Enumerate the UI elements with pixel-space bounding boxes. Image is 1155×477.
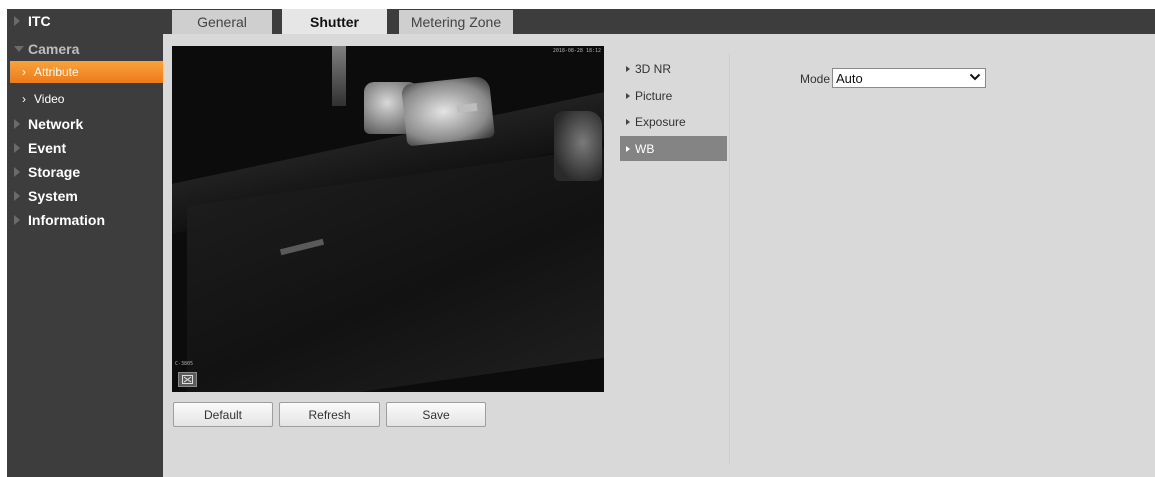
expand-arrow-icon xyxy=(14,215,20,225)
refresh-button[interactable]: Refresh xyxy=(279,402,380,427)
sidebar-item-label: Attribute xyxy=(34,65,79,79)
panel-divider xyxy=(729,54,731,464)
triangle-right-icon xyxy=(626,92,630,99)
chevron-down-icon xyxy=(969,73,981,81)
sidebar-item-camera[interactable]: Camera xyxy=(7,37,163,61)
expand-arrow-icon xyxy=(14,119,20,129)
expand-arrow-icon xyxy=(14,143,20,153)
video-scene xyxy=(554,111,602,181)
sidebar-item-video[interactable]: › Video xyxy=(7,88,163,110)
sidebar-item-label: ITC xyxy=(28,13,51,29)
submenu-item-picture[interactable]: Picture xyxy=(620,83,727,108)
submenu-item-wb[interactable]: WB xyxy=(620,136,727,161)
submenu-item-exposure[interactable]: Exposure xyxy=(620,109,727,134)
submenu-item-label: Exposure xyxy=(635,114,686,129)
fullscreen-icon xyxy=(182,375,193,384)
sidebar-item-information[interactable]: Information xyxy=(7,208,163,232)
video-preview[interactable]: 2018-08-28 18:12 C-3805 xyxy=(172,46,604,392)
triangle-right-icon xyxy=(626,145,630,152)
sidebar-item-label: System xyxy=(28,188,78,204)
expand-arrow-icon xyxy=(14,16,20,26)
mode-label: Mode xyxy=(800,72,831,86)
submenu-item-label: Picture xyxy=(635,88,673,103)
video-scene xyxy=(401,75,495,147)
video-scene xyxy=(332,46,346,106)
sidebar-item-network[interactable]: Network xyxy=(7,112,163,136)
tab-metering-zone[interactable]: Metering Zone xyxy=(399,10,513,34)
submenu-item-label: WB xyxy=(635,141,655,156)
save-button[interactable]: Save xyxy=(386,402,486,427)
sidebar-item-system[interactable]: System xyxy=(7,184,163,208)
tab-shutter[interactable]: Shutter xyxy=(282,9,387,34)
tab-general[interactable]: General xyxy=(172,10,272,34)
osd-channel: C-3805 xyxy=(175,361,194,367)
fullscreen-button[interactable] xyxy=(178,372,197,387)
chevron-right-icon: › xyxy=(22,92,26,106)
submenu-item-3d-nr[interactable]: 3D NR xyxy=(620,56,727,81)
collapse-arrow-icon xyxy=(14,46,24,52)
mode-select-value: Auto xyxy=(836,70,863,86)
main-panel: General Shutter Metering Zone 2018-08-28… xyxy=(163,9,1155,477)
sidebar-item-itc[interactable]: ITC xyxy=(7,9,163,33)
sidebar-item-event[interactable]: Event xyxy=(7,136,163,160)
triangle-right-icon xyxy=(626,118,630,125)
submenu-item-label: 3D NR xyxy=(635,61,672,76)
sidebar-item-attribute[interactable]: › Attribute xyxy=(10,61,165,83)
default-button[interactable]: Default xyxy=(173,402,273,427)
mode-select[interactable]: Auto xyxy=(832,68,986,88)
sidebar-item-storage[interactable]: Storage xyxy=(7,160,163,184)
sidebar-item-label: Information xyxy=(28,212,105,228)
sidebar-item-label: Camera xyxy=(28,41,80,57)
sidebar-item-label: Video xyxy=(34,92,65,106)
sidebar-item-label: Storage xyxy=(28,164,81,180)
expand-arrow-icon xyxy=(14,191,20,201)
sidebar-item-label: Event xyxy=(28,140,67,156)
triangle-right-icon xyxy=(626,65,630,72)
osd-timestamp: 2018-08-28 18:12 xyxy=(552,48,601,54)
sidebar: ITC Camera › Attribute › Video Network E… xyxy=(7,9,165,477)
sidebar-item-label: Network xyxy=(28,116,84,132)
chevron-right-icon: › xyxy=(22,65,26,79)
tab-bar: General Shutter Metering Zone xyxy=(163,9,1155,34)
expand-arrow-icon xyxy=(14,167,20,177)
